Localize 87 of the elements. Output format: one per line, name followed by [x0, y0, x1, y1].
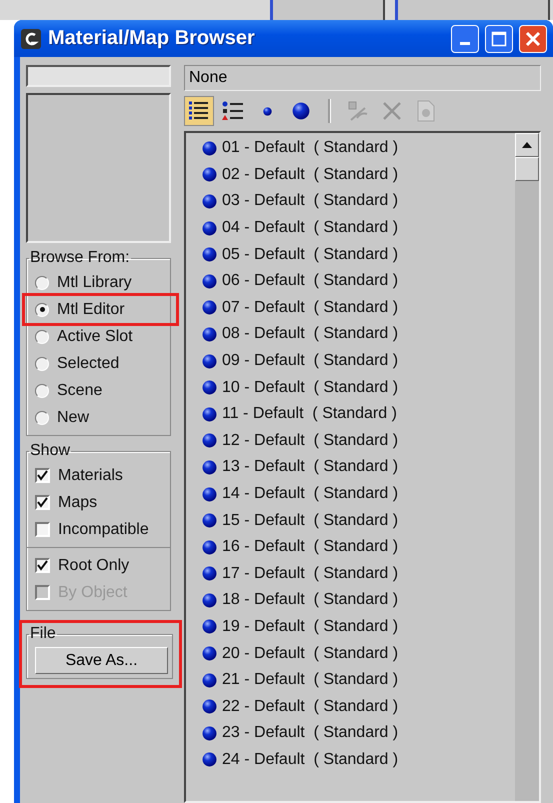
sphere-icon — [202, 540, 217, 555]
minimize-button[interactable] — [451, 24, 479, 52]
checkbox-option[interactable]: Maps — [25, 489, 176, 516]
material-item[interactable]: 11 - Default ( Standard ) — [202, 400, 515, 428]
toolbar-button[interactable] — [184, 96, 214, 126]
maximize-icon — [491, 30, 507, 46]
material-item[interactable]: 04 - Default ( Standard ) — [202, 214, 515, 242]
sphere-icon — [202, 194, 217, 209]
sphere-icon — [262, 106, 272, 116]
radio-option[interactable]: New — [25, 404, 176, 431]
scroll-up-button[interactable] — [515, 133, 539, 157]
sphere-icon — [202, 433, 217, 448]
checkbox-option[interactable]: Incompatible — [25, 516, 176, 543]
sphere-icon — [202, 274, 217, 289]
material-item[interactable]: 18 - Default ( Standard ) — [202, 587, 515, 614]
material-item[interactable]: 14 - Default ( Standard ) — [202, 480, 515, 508]
material-item[interactable]: 10 - Default ( Standard ) — [202, 374, 515, 401]
radio-option[interactable]: Scene — [25, 377, 176, 404]
sphere-icon — [202, 513, 217, 528]
pencil-icon — [347, 100, 369, 122]
check-icon — [37, 497, 48, 508]
app-icon — [20, 28, 42, 50]
save-as-button[interactable]: Save As... — [35, 647, 168, 674]
sphere-icon — [202, 699, 217, 714]
check-icon — [37, 560, 48, 571]
material-item[interactable]: 01 - Default ( Standard ) — [202, 135, 515, 162]
sphere-icon — [202, 486, 217, 502]
sphere-icon — [202, 326, 217, 342]
sphere-icon — [202, 726, 217, 741]
delete-icon — [382, 101, 402, 121]
checkbox-option[interactable]: Materials — [25, 462, 176, 489]
material-item[interactable]: 12 - Default ( Standard ) — [202, 428, 515, 454]
radio-option[interactable]: Mtl Library — [25, 269, 176, 296]
sphere-icon — [202, 220, 217, 236]
sphere-icon — [202, 300, 217, 316]
sphere-icon — [202, 140, 217, 156]
list-icon — [188, 100, 210, 122]
material-item[interactable]: 19 - Default ( Standard ) — [202, 614, 515, 640]
sphere-icon — [202, 752, 217, 768]
material-item[interactable]: 21 - Default ( Standard ) — [202, 666, 515, 694]
sphere-icon — [202, 566, 217, 582]
material-item[interactable]: 05 - Default ( Standard ) — [202, 241, 515, 268]
material-item[interactable]: 09 - Default ( Standard ) — [202, 348, 515, 374]
radio-option[interactable]: Active Slot — [25, 323, 176, 350]
list-icon — [222, 100, 244, 122]
material-item[interactable]: 15 - Default ( Standard ) — [202, 507, 515, 534]
document-icon — [417, 100, 435, 122]
material-item[interactable]: 23 - Default ( Standard ) — [202, 720, 515, 747]
material-item[interactable]: 07 - Default ( Standard ) — [202, 294, 515, 322]
scrollbar[interactable] — [515, 133, 539, 801]
material-item[interactable]: 24 - Default ( Standard ) — [202, 746, 515, 774]
sphere-icon — [202, 406, 217, 422]
group-title: File — [29, 625, 57, 643]
sphere-icon — [202, 672, 217, 688]
material-item[interactable]: 17 - Default ( Standard ) — [202, 560, 515, 588]
checkbox-option[interactable]: Root Only — [25, 552, 176, 579]
check-icon — [37, 470, 48, 481]
sphere-icon — [202, 646, 217, 662]
group-title: Browse From: — [29, 249, 131, 267]
radio-option[interactable]: Selected — [25, 350, 176, 377]
sphere-icon — [202, 619, 217, 634]
material-item[interactable]: 02 - Default ( Standard ) — [202, 162, 515, 188]
material-item[interactable]: 16 - Default ( Standard ) — [202, 534, 515, 560]
close-button[interactable] — [519, 24, 547, 52]
material-item[interactable]: 08 - Default ( Standard ) — [202, 321, 515, 348]
sphere-icon — [202, 592, 217, 608]
maximize-button[interactable] — [485, 24, 513, 52]
material-item[interactable]: 03 - Default ( Standard ) — [202, 188, 515, 215]
material-item[interactable]: 13 - Default ( Standard ) — [202, 454, 515, 481]
close-icon — [525, 30, 541, 46]
scroll-thumb[interactable] — [515, 157, 539, 181]
sphere-icon — [202, 167, 217, 182]
up-arrow-icon — [522, 142, 532, 148]
current-material-field: None — [184, 65, 541, 91]
radio-option[interactable]: Mtl Editor — [25, 296, 176, 323]
material-item[interactable]: 20 - Default ( Standard ) — [202, 640, 515, 667]
window-title: Material/Map Browser — [48, 27, 256, 50]
material-item[interactable]: 22 - Default ( Standard ) — [202, 693, 515, 720]
sphere-icon — [202, 354, 217, 369]
sphere-icon — [202, 247, 217, 262]
sphere-icon — [202, 380, 217, 396]
material-item[interactable]: 06 - Default ( Standard ) — [202, 268, 515, 295]
minimize-icon — [460, 42, 470, 45]
sphere-icon — [202, 460, 217, 475]
sphere-icon — [292, 102, 310, 120]
group-title: Show — [29, 442, 72, 460]
name-field[interactable] — [26, 65, 171, 87]
